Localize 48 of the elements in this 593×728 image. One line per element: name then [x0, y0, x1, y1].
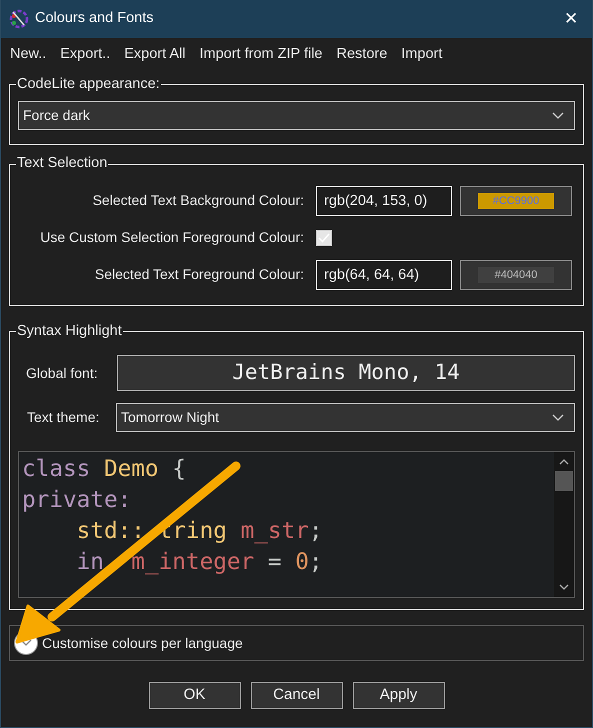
colour-field[interactable]: rgb(64, 64, 64): [316, 260, 452, 290]
scroll-down-icon[interactable]: [559, 584, 569, 592]
code-text: m_integer: [130, 549, 254, 576]
code-text: in: [76, 549, 104, 576]
chevron-down-icon: [552, 414, 564, 422]
colour-swatch: #CC9900: [478, 192, 554, 209]
field-label: Global font:: [25, 364, 99, 383]
close-button[interactable]: ✕: [558, 6, 584, 32]
chevron-down-icon: [20, 639, 32, 648]
dialog-button[interactable]: Apply: [352, 682, 444, 710]
group-title: Syntax Highlight: [16, 322, 123, 340]
menu-item[interactable]: New..: [3, 44, 54, 64]
appearance-dropdown[interactable]: Force dark: [18, 101, 575, 130]
menu-item[interactable]: Export All: [117, 44, 192, 64]
field-label: Selected Text Foreground Colour:: [94, 265, 304, 284]
pane-label: Customise colours per language: [42, 634, 243, 653]
dialog-button[interactable]: OK: [148, 682, 240, 710]
scroll-up-icon[interactable]: [559, 458, 569, 466]
group-title: Text Selection: [16, 155, 108, 173]
code-text: =: [266, 549, 283, 576]
group-title: CodeLite appearance:: [16, 76, 161, 94]
dialog-button[interactable]: Cancel: [250, 682, 342, 710]
code-text: private:: [22, 487, 132, 514]
code-text: class: [22, 456, 90, 482]
colour-picker-button[interactable]: #404040: [460, 260, 572, 290]
menu-item[interactable]: Restore: [330, 44, 394, 64]
code-text: ;: [308, 549, 323, 576]
field-label: Text theme:: [26, 408, 100, 428]
code-text: Demo: [102, 456, 159, 482]
code-text: 0: [295, 549, 309, 576]
font-picker-button[interactable]: JetBrains Mono, 14: [117, 355, 575, 392]
code-text: m_str: [240, 518, 309, 544]
theme-dropdown[interactable]: Tomorrow Night: [116, 403, 575, 432]
field-label: Use Custom Selection Foreground Colour:: [39, 228, 304, 248]
colour-field[interactable]: rgb(204, 153, 0): [316, 186, 452, 216]
code-text: {: [171, 456, 186, 482]
code-text: ;: [308, 518, 323, 544]
checkbox[interactable]: [316, 230, 332, 246]
palette-icon: [9, 9, 29, 29]
code-text: std::: [76, 518, 145, 544]
colour-swatch: #404040: [478, 266, 554, 283]
scrollbar-thumb[interactable]: [555, 471, 573, 492]
field-label: Selected Text Background Colour:: [92, 191, 304, 210]
menu-item[interactable]: Import from ZIP file: [192, 44, 330, 64]
menu-item[interactable]: Export..: [53, 44, 118, 64]
menu-item[interactable]: Import: [394, 44, 450, 64]
window-title: Colours and Fonts: [35, 9, 154, 28]
chevron-down-icon: [552, 112, 564, 120]
